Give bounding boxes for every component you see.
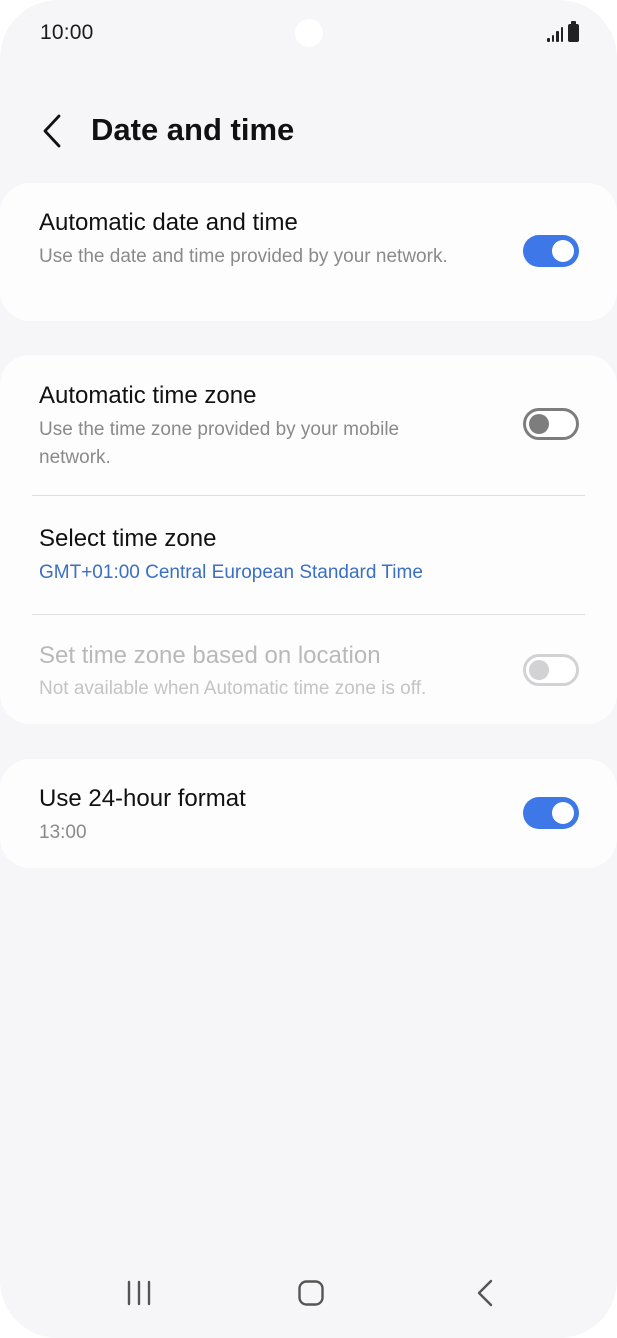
signal-icon (547, 26, 563, 42)
location-time-zone-toggle (523, 654, 579, 686)
auto-date-time-subtitle: Use the date and time provided by your n… (39, 246, 448, 267)
status-icons (547, 21, 579, 42)
camera-cutout (295, 19, 323, 47)
nav-back-button[interactable] (455, 1268, 515, 1318)
location-time-zone-subtitle: Not available when Automatic time zone i… (39, 678, 427, 699)
format-24h-row[interactable]: Use 24-hour format 13:00 (0, 759, 617, 868)
format-24h-subtitle: 13:00 (39, 822, 87, 843)
toggle-knob (529, 414, 549, 434)
auto-date-time-toggle[interactable] (523, 235, 579, 267)
auto-time-zone-toggle[interactable] (523, 408, 579, 440)
status-time: 10:00 (40, 21, 94, 44)
format-24h-title: Use 24-hour format (39, 785, 246, 812)
auto-date-time-title: Automatic date and time (39, 209, 298, 236)
chevron-left-icon (43, 114, 61, 148)
status-bar: 10:00 (0, 0, 617, 68)
auto-time-zone-row[interactable]: Automatic time zone Use the time zone pr… (0, 355, 617, 495)
battery-icon (568, 21, 579, 42)
recent-apps-icon (127, 1280, 151, 1306)
page-title: Date and time (91, 112, 295, 147)
auto-time-zone-title: Automatic time zone (39, 382, 257, 409)
toggle-knob (529, 660, 549, 680)
select-time-zone-row[interactable]: Select time zone GMT+01:00 Central Europ… (0, 496, 617, 614)
select-time-zone-value: GMT+01:00 Central European Standard Time (39, 562, 423, 583)
format-24h-toggle[interactable] (523, 797, 579, 829)
back-icon (477, 1279, 493, 1307)
home-button[interactable] (281, 1268, 341, 1318)
auto-time-zone-subtitle: Use the time zone provided by your mobil… (39, 419, 400, 468)
location-time-zone-title: Set time zone based on location (39, 642, 381, 669)
settings-card-format: Use 24-hour format 13:00 (0, 759, 617, 868)
settings-card-auto-date: Automatic date and time Use the date and… (0, 183, 617, 321)
select-time-zone-title: Select time zone (39, 525, 217, 552)
home-icon (298, 1280, 324, 1306)
toggle-knob (552, 240, 574, 262)
navigation-bar (0, 1258, 617, 1338)
location-time-zone-row: Set time zone based on location Not avai… (0, 615, 617, 724)
auto-date-time-row[interactable]: Automatic date and time Use the date and… (0, 183, 617, 321)
header: Date and time (0, 100, 617, 162)
recent-apps-button[interactable] (109, 1268, 169, 1318)
settings-card-time-zone: Automatic time zone Use the time zone pr… (0, 355, 617, 724)
back-button[interactable] (30, 106, 74, 156)
phone-screen: 10:00 Date and time Automatic date and t… (0, 0, 617, 1338)
toggle-knob (552, 802, 574, 824)
